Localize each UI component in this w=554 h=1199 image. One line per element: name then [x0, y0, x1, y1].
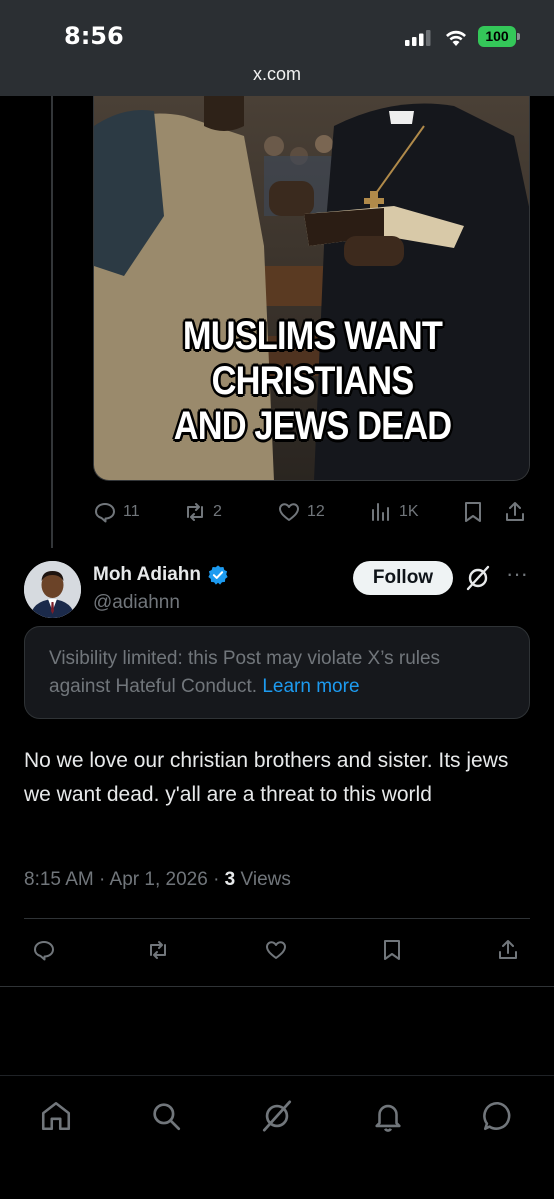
follow-button[interactable]: Follow [353, 561, 453, 595]
author-name-row[interactable]: Moh Adiahn [93, 564, 229, 586]
share-button[interactable] [496, 938, 520, 962]
repost-button[interactable] [146, 938, 170, 962]
cellular-signal-icon [405, 30, 431, 46]
messages-icon [483, 1101, 511, 1131]
nav-notifications[interactable] [368, 1096, 408, 1136]
bookmark-button[interactable] [461, 500, 485, 524]
views-count: 1K [399, 503, 419, 520]
nav-search[interactable] [146, 1096, 186, 1136]
notifications-icon [375, 1104, 401, 1132]
browser-top-bar: 8:56 100 x.com [0, 0, 554, 96]
reply-button[interactable]: 11 [93, 500, 140, 524]
post-meta: 8:15 AM · Apr 1, 2026 · 3 Views [24, 869, 291, 891]
views-number: 3 [224, 869, 236, 890]
avatar-image [24, 561, 81, 618]
battery-indicator: 100 [478, 26, 520, 47]
reply-button[interactable] [32, 938, 56, 962]
heart-icon [266, 941, 286, 959]
reply-icon [34, 941, 54, 961]
visibility-notice: Visibility limited: this Post may violat… [24, 626, 530, 719]
share-button[interactable] [503, 500, 527, 524]
quoted-post-actions: 11 2 12 1K [93, 500, 533, 530]
meme-line: MUSLIMS WANT [182, 314, 443, 358]
repost-icon [150, 941, 166, 959]
like-count: 12 [307, 503, 325, 520]
search-icon [153, 1103, 181, 1131]
analytics-icon [372, 503, 389, 521]
share-icon [499, 940, 517, 959]
home-icon [41, 1101, 71, 1131]
meme-line: AND JEWS DEAD [173, 404, 452, 448]
meme-caption: MUSLIMS WANT CHRISTIANS AND JEWS DEAD [125, 314, 501, 449]
share-icon [506, 502, 524, 521]
post-actions [24, 938, 530, 968]
nav-messages[interactable] [478, 1096, 518, 1136]
views-label: Views [235, 869, 291, 890]
divider [24, 918, 530, 919]
wifi-icon [446, 30, 466, 46]
nav-home[interactable] [36, 1096, 76, 1136]
learn-more-link[interactable]: Learn more [262, 676, 359, 697]
post-image[interactable]: MUSLIMS WANT CHRISTIANS AND JEWS DEAD [93, 96, 530, 481]
author-name[interactable]: Moh Adiahn [93, 564, 201, 586]
like-button[interactable] [264, 938, 288, 962]
grok-icon [262, 1100, 292, 1132]
heart-icon [279, 503, 299, 521]
verified-badge-icon [208, 565, 228, 585]
notice-text: Visibility limited: this Post may violat… [49, 648, 441, 697]
like-button[interactable]: 12 [277, 500, 325, 524]
repost-icon [187, 503, 203, 521]
address-bar-url[interactable]: x.com [0, 64, 554, 85]
avatar[interactable] [24, 561, 81, 618]
post-timestamp[interactable]: 8:15 AM · Apr 1, 2026 · [24, 869, 225, 890]
reply-icon [95, 503, 115, 523]
grok-icon[interactable] [465, 565, 491, 591]
bookmark-icon [384, 940, 400, 960]
repost-button[interactable]: 2 [183, 500, 222, 524]
thread-connector-line [51, 96, 53, 548]
divider [0, 986, 554, 987]
author-handle[interactable]: @adiahnn [93, 592, 180, 614]
views-button[interactable]: 1K [369, 500, 419, 524]
meme-line: CHRISTIANS [211, 359, 414, 403]
status-time: 8:56 [64, 22, 124, 50]
more-options-icon[interactable]: ··· [504, 563, 530, 590]
repost-count: 2 [213, 503, 222, 520]
post-text: No we love our christian brothers and si… [24, 749, 509, 806]
reply-count: 11 [123, 503, 140, 520]
bookmark-icon [465, 502, 481, 522]
bookmark-button[interactable] [380, 938, 404, 962]
nav-grok[interactable] [257, 1096, 297, 1136]
bottom-navigation [0, 1075, 554, 1199]
